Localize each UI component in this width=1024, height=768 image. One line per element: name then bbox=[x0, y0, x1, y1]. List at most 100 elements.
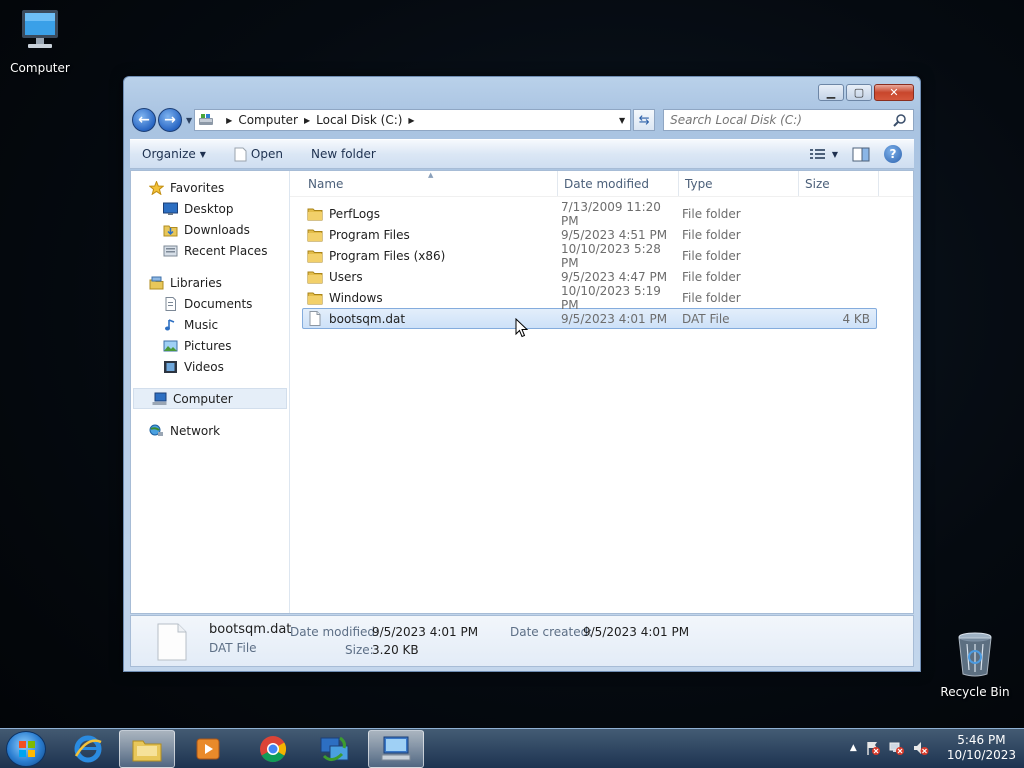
taskbar-remote-desktop[interactable] bbox=[368, 730, 424, 768]
column-size[interactable]: Size bbox=[799, 171, 879, 196]
star-icon bbox=[149, 180, 164, 195]
file-date-modified: 9/5/2023 4:47 PM bbox=[561, 269, 668, 284]
column-name[interactable]: Name bbox=[290, 171, 558, 196]
breadcrumb-computer[interactable]: Computer bbox=[238, 113, 298, 127]
nav-pictures[interactable]: Pictures bbox=[131, 335, 289, 356]
close-button[interactable]: ✕ bbox=[874, 84, 914, 101]
videos-icon bbox=[164, 360, 177, 373]
taskbar-windows-explorer[interactable] bbox=[119, 730, 175, 768]
taskbar-internet-explorer[interactable] bbox=[60, 730, 116, 768]
details-created-label: Date created: bbox=[510, 625, 593, 639]
breadcrumb-separator-icon[interactable]: ▶ bbox=[226, 116, 232, 125]
taskbar-media-player[interactable] bbox=[180, 730, 236, 768]
folder-icon bbox=[307, 271, 323, 284]
details-file-name: bootsqm.dat bbox=[209, 622, 292, 637]
desktop-computer[interactable]: Computer bbox=[0, 8, 80, 75]
organize-label: Organize bbox=[142, 147, 196, 161]
breadcrumb-separator-icon[interactable]: ▶ bbox=[408, 116, 414, 125]
address-bar[interactable]: ▶ Computer ▶ Local Disk (C:) ▶ ▼ bbox=[194, 109, 632, 131]
help-button[interactable]: ? bbox=[884, 145, 902, 163]
details-size-label: Size: bbox=[345, 643, 374, 657]
drive-icon bbox=[199, 114, 214, 125]
organize-button[interactable]: Organize ▼ bbox=[142, 147, 206, 161]
volume-muted-icon[interactable] bbox=[913, 740, 929, 756]
file-list: ▲ Name Date modified Type Size PerfLogs 7… bbox=[290, 171, 913, 613]
clock-date: 10/10/2023 bbox=[946, 748, 1016, 762]
search-box[interactable] bbox=[663, 109, 914, 131]
nav-favorites[interactable]: Favorites bbox=[131, 177, 289, 198]
search-input[interactable] bbox=[670, 113, 893, 127]
preview-pane-icon[interactable] bbox=[852, 147, 870, 162]
details-modified-label: Date modified: bbox=[290, 625, 380, 639]
details-created-value: 9/5/2023 4:01 PM bbox=[583, 625, 690, 639]
back-button[interactable]: ← bbox=[132, 108, 156, 132]
breadcrumb-local-disk[interactable]: Local Disk (C:) bbox=[316, 113, 402, 127]
system-tray: ▲ 5:46 PM 10/10/2023 bbox=[850, 733, 1016, 763]
refresh-button[interactable]: ⇆ bbox=[633, 109, 656, 131]
file-row[interactable]: PerfLogs 7/13/2009 11:20 PM File folder bbox=[302, 200, 877, 228]
sort-ascending-icon: ▲ bbox=[428, 171, 434, 179]
file-row[interactable]: Windows 10/10/2023 5:19 PM File folder bbox=[302, 284, 877, 312]
nav-videos[interactable]: Videos bbox=[131, 356, 289, 377]
forward-button[interactable]: → bbox=[158, 108, 182, 132]
nav-libraries[interactable]: Libraries bbox=[131, 272, 289, 293]
breadcrumb-separator-icon[interactable]: ▶ bbox=[304, 116, 310, 125]
clock[interactable]: 5:46 PM 10/10/2023 bbox=[947, 733, 1016, 763]
nav-documents-label: Documents bbox=[184, 296, 253, 311]
taskbar: ▲ 5:46 PM 10/10/2023 bbox=[0, 728, 1024, 768]
navigation-pane: Favorites Desktop Downloads Recent Place… bbox=[131, 171, 290, 613]
network-setup-icon bbox=[320, 736, 349, 761]
search-icon[interactable] bbox=[893, 113, 907, 127]
start-button[interactable] bbox=[6, 731, 46, 767]
nav-desktop[interactable]: Desktop bbox=[131, 198, 289, 219]
documents-icon bbox=[165, 296, 176, 311]
nav-computer-label: Computer bbox=[173, 391, 233, 406]
explorer-window: ▁ ▢ ✕ ← → ▼ ▶ Computer ▶ Local Disk (C:)… bbox=[123, 76, 921, 672]
new-folder-button[interactable]: New folder bbox=[311, 147, 376, 161]
show-hidden-icons-button[interactable]: ▲ bbox=[850, 743, 857, 753]
file-large-icon bbox=[157, 623, 187, 661]
new-folder-label: New folder bbox=[310, 147, 376, 161]
taskbar-chrome[interactable] bbox=[245, 730, 301, 768]
file-name-cell: Program Files bbox=[303, 227, 561, 242]
file-row[interactable]: Program Files (x86) 10/10/2023 5:28 PM Fil… bbox=[302, 242, 877, 270]
file-name-cell: Windows bbox=[303, 290, 561, 305]
column-header: ▲ Name Date modified Type Size bbox=[290, 171, 913, 197]
file-date-modified: 10/10/2023 5:28 PM bbox=[561, 241, 661, 270]
nav-downloads[interactable]: Downloads bbox=[131, 219, 289, 240]
taskbar-network-setup[interactable] bbox=[306, 730, 362, 768]
nav-videos-label: Videos bbox=[184, 359, 224, 374]
nav-pictures-label: Pictures bbox=[184, 338, 232, 353]
desktop-recycle-bin[interactable]: Recycle Bin bbox=[935, 630, 1015, 699]
explorer-body: Favorites Desktop Downloads Recent Place… bbox=[130, 170, 914, 614]
change-view-button[interactable]: ▼ bbox=[809, 148, 838, 160]
chevron-down-icon: ▼ bbox=[831, 149, 838, 159]
nav-network-label: Network bbox=[170, 423, 221, 438]
column-type[interactable]: Type bbox=[679, 171, 799, 196]
column-date-modified[interactable]: Date modified bbox=[558, 171, 679, 196]
open-label: Open bbox=[250, 147, 283, 161]
network-status-icon[interactable] bbox=[889, 740, 905, 756]
minimize-button[interactable]: ▁ bbox=[818, 84, 844, 101]
file-name-cell: PerfLogs bbox=[303, 206, 561, 221]
nav-computer[interactable]: Computer bbox=[133, 388, 287, 409]
nav-libraries-label: Libraries bbox=[170, 275, 222, 290]
nav-network[interactable]: Network bbox=[131, 420, 289, 441]
file-type: File folder bbox=[682, 290, 741, 305]
open-button[interactable]: Open bbox=[234, 147, 283, 162]
help-icon: ? bbox=[889, 147, 897, 161]
nav-music[interactable]: Music bbox=[131, 314, 289, 335]
nav-favorites-label: Favorites bbox=[170, 180, 225, 195]
nav-documents[interactable]: Documents bbox=[131, 293, 289, 314]
address-history-dropdown[interactable]: ▼ bbox=[614, 116, 630, 125]
recent-pages-dropdown[interactable]: ▼ bbox=[186, 116, 192, 125]
close-icon: ✕ bbox=[889, 86, 899, 99]
file-date-modified: 9/5/2023 4:51 PM bbox=[561, 227, 668, 242]
nav-recent-places[interactable]: Recent Places bbox=[131, 240, 289, 261]
file-name: bootsqm.dat bbox=[329, 311, 406, 326]
file-row[interactable]: bootsqm.dat 9/5/2023 4:01 PM DAT File 4 KB bbox=[302, 308, 877, 329]
action-center-flag-icon[interactable] bbox=[865, 740, 881, 756]
command-bar: Organize ▼ Open New folder ▼ ? bbox=[130, 139, 914, 169]
details-size-value: 3.20 KB bbox=[372, 643, 419, 657]
maximize-button[interactable]: ▢ bbox=[846, 84, 872, 101]
